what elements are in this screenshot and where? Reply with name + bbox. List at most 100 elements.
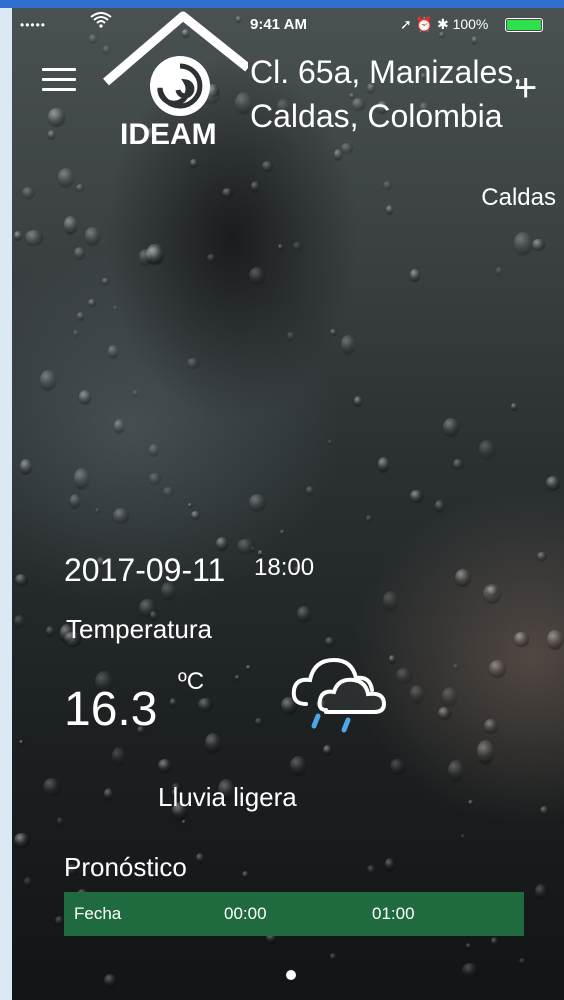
raindrop xyxy=(410,269,420,281)
raindrop xyxy=(324,636,335,646)
raindrop xyxy=(78,390,91,404)
raindrop xyxy=(514,632,529,647)
raindrop xyxy=(453,458,463,469)
temperature-value: 16.3 xyxy=(64,683,158,736)
raindrop xyxy=(434,500,444,513)
raindrop xyxy=(385,858,395,871)
raindrop xyxy=(340,142,354,153)
raindrop xyxy=(145,243,164,265)
raindrop xyxy=(248,493,267,512)
raindrop xyxy=(409,490,424,502)
raindrop xyxy=(103,788,114,800)
raindrop xyxy=(488,660,507,678)
raindrop xyxy=(452,663,460,670)
raindrop xyxy=(13,615,25,627)
raindrop xyxy=(234,675,240,680)
raindrop xyxy=(395,668,413,684)
raindrop xyxy=(48,108,65,126)
raindrop xyxy=(206,253,216,262)
raindrop xyxy=(104,973,118,987)
raindrop xyxy=(251,546,256,552)
raindrop xyxy=(511,403,517,411)
raindrop xyxy=(204,733,222,753)
raindrop xyxy=(94,507,100,513)
raindrop xyxy=(443,418,460,436)
raindrop xyxy=(13,230,22,240)
raindrop xyxy=(468,800,475,806)
raindrop xyxy=(292,241,302,250)
alarm-icon: ⏰ xyxy=(415,16,434,32)
raindrop xyxy=(72,329,79,336)
observation-date: 2017-09-11 xyxy=(64,552,226,588)
raindrop xyxy=(340,334,355,355)
left-edge-strip xyxy=(0,8,12,1000)
raindrop xyxy=(85,227,101,245)
temperature-unit: ºC xyxy=(178,668,205,695)
raindrop xyxy=(14,573,28,586)
menu-button[interactable] xyxy=(42,68,76,94)
raindrop xyxy=(57,167,75,187)
raindrop xyxy=(47,130,56,139)
raindrop xyxy=(546,630,564,650)
raindrop xyxy=(75,183,84,191)
raindrop xyxy=(447,760,464,782)
page-indicator-dot[interactable] xyxy=(286,970,296,980)
raindrop xyxy=(278,243,283,250)
raindrop xyxy=(241,871,249,879)
raindrop xyxy=(43,778,61,796)
raindrop xyxy=(519,958,526,964)
raindrop xyxy=(112,305,118,311)
raindrop xyxy=(138,249,153,265)
raindrop xyxy=(390,758,406,775)
raindrop xyxy=(534,883,547,899)
raindrop xyxy=(378,457,390,472)
raindrop xyxy=(465,942,471,949)
raindrop xyxy=(13,832,30,848)
raindrop xyxy=(108,345,118,358)
forecast-heading: Pronóstico xyxy=(64,852,187,882)
raindrop xyxy=(441,686,458,706)
raindrop xyxy=(409,685,424,704)
signal-icon: ••••• xyxy=(20,18,47,32)
raindrop xyxy=(39,369,57,390)
forecast-col-hour: 01:00 xyxy=(372,904,415,923)
raindrop xyxy=(366,515,373,522)
status-time: 9:41 AM xyxy=(250,16,307,33)
raindrop xyxy=(191,511,201,520)
raindrop xyxy=(132,390,138,396)
raindrop xyxy=(333,148,342,160)
raindrop xyxy=(169,698,177,707)
raindrop xyxy=(111,747,126,766)
raindrop xyxy=(306,486,315,496)
raindrop xyxy=(537,551,548,561)
logo-text: IDEAM xyxy=(120,118,217,151)
raindrop xyxy=(21,187,35,198)
add-location-button[interactable]: + xyxy=(514,68,537,108)
raindrop xyxy=(222,188,234,198)
raindrop xyxy=(322,744,332,756)
raindrop xyxy=(73,467,89,489)
raindrop xyxy=(181,820,186,825)
raindrop xyxy=(545,476,560,490)
raindrop xyxy=(287,331,295,340)
battery-percent: ➚ ⏰ ✱ 100% xyxy=(400,16,489,32)
raindrop xyxy=(20,458,32,474)
raindrop xyxy=(112,507,130,523)
raindrop xyxy=(195,853,205,864)
raindrop xyxy=(186,358,199,368)
raindrop xyxy=(249,266,265,284)
status-bar: ••••• 9:41 AM ➚ ⏰ ✱ 100% xyxy=(12,8,564,36)
ideam-logo: IDEAM xyxy=(98,10,251,151)
raindrop xyxy=(437,706,452,720)
raindrop xyxy=(24,230,43,245)
weather-condition: Lluvia ligera xyxy=(158,782,297,812)
raindrop xyxy=(532,238,546,251)
observation-time: 18:00 xyxy=(254,554,315,581)
raindrop xyxy=(514,232,532,255)
bluetooth-icon: ✱ xyxy=(436,16,449,32)
raindrop xyxy=(280,529,285,535)
raindrop xyxy=(461,963,479,978)
raindrop xyxy=(198,697,214,712)
raindrop xyxy=(76,312,84,321)
raindrop xyxy=(484,718,499,734)
